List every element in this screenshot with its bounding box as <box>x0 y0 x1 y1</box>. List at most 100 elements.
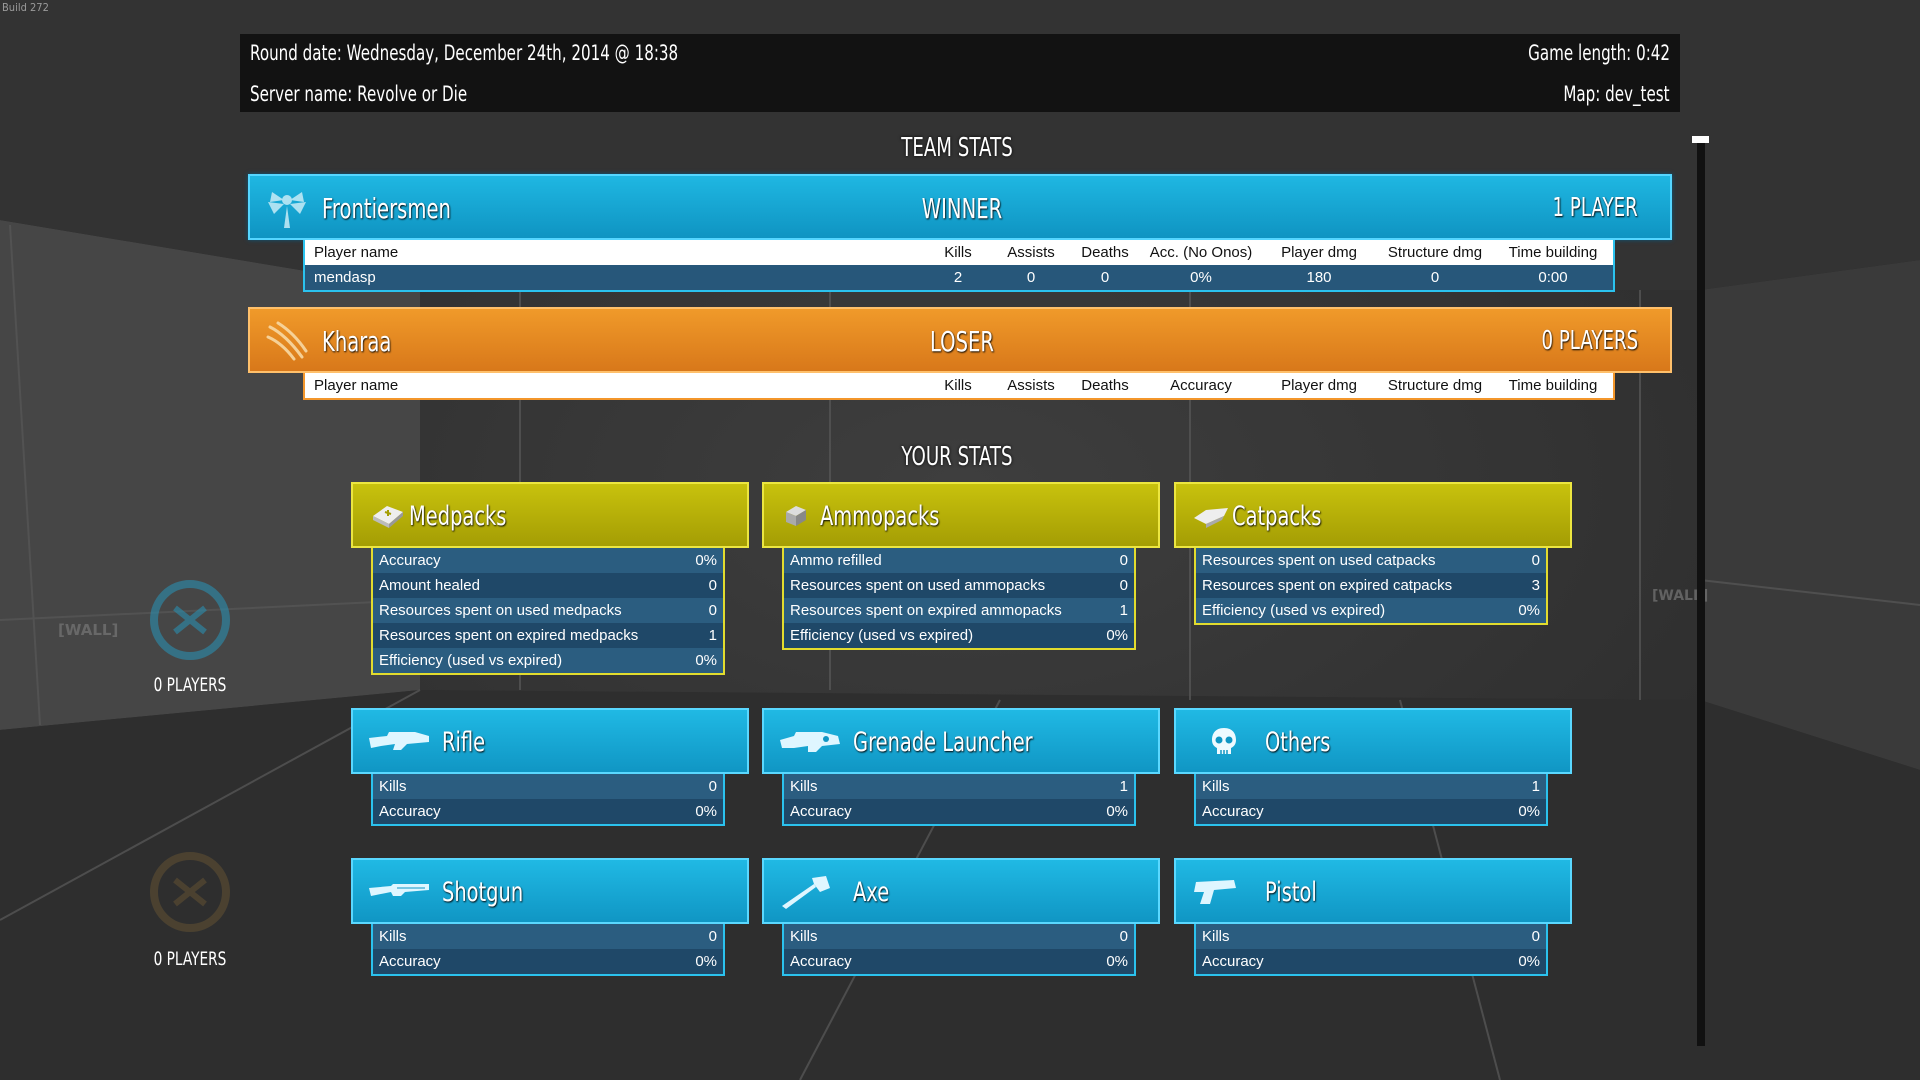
catpack-icon <box>1194 508 1228 528</box>
table-row: Resources spent on used ammopacks 0 <box>784 573 1134 598</box>
skull-icon <box>1212 728 1236 754</box>
table-row: Kills 0 <box>373 924 723 949</box>
shotgun-icon <box>369 884 429 896</box>
table-row: Accuracy 0% <box>373 949 723 974</box>
col-player-name[interactable]: Player name <box>305 377 923 394</box>
panel-title: Catpacks <box>1232 501 1322 532</box>
table-row: Accuracy 0% <box>373 548 723 573</box>
col-structure-dmg[interactable]: Structure dmg <box>1377 244 1493 261</box>
table-row: Amount healed 0 <box>373 573 723 598</box>
table-row: Efficiency (used vs expired) 0% <box>784 623 1134 648</box>
panel-header: Pistol <box>1174 858 1572 924</box>
col-kills[interactable]: Kills <box>923 377 993 394</box>
rifle-icon <box>369 732 429 750</box>
panel-table: Kills 0 Accuracy 0% <box>371 924 725 976</box>
panel-header: Others <box>1174 708 1572 774</box>
table-row: Kills 0 <box>373 774 723 799</box>
table-row: Accuracy 0% <box>1196 949 1546 974</box>
your-stats-title: YOUR STATS <box>901 442 1013 472</box>
panel-header: Grenade Launcher <box>762 708 1160 774</box>
col-time-building[interactable]: Time building <box>1493 244 1613 261</box>
table-row: Resources spent on expired catpacks 3 <box>1196 573 1546 598</box>
player-kills: 2 <box>953 269 963 286</box>
panel-medpacks: Medpacks Accuracy 0% Amount healed 0 Resou… <box>351 482 749 675</box>
pistol-icon <box>1194 880 1236 904</box>
panel-axe: Axe Kills 0 Accuracy 0% <box>762 858 1160 976</box>
player-assists: 0 <box>1026 269 1036 286</box>
col-time-building[interactable]: Time building <box>1493 377 1613 394</box>
table-row: Kills 1 <box>1196 774 1546 799</box>
col-structure-dmg[interactable]: Structure dmg <box>1377 377 1493 394</box>
player-dmg: 180 <box>1306 269 1332 286</box>
panel-rifle: Rifle Kills 0 Accuracy 0% <box>351 708 749 826</box>
panel-title: Rifle <box>442 727 486 758</box>
player-accuracy: 0% <box>1190 269 1212 286</box>
col-player-dmg[interactable]: Player dmg <box>1261 377 1377 394</box>
col-kills[interactable]: Kills <box>923 244 993 261</box>
table-row: Accuracy 0% <box>373 799 723 824</box>
grenade-launcher-icon <box>780 732 840 752</box>
team-result: WINNER <box>921 192 1003 225</box>
team-stats-title: TEAM STATS <box>901 133 1013 163</box>
col-deaths[interactable]: Deaths <box>1069 377 1141 394</box>
player-time-building: 0:00 <box>1538 269 1568 286</box>
round-info-header: Round date: Wednesday, December 24th, 20… <box>240 34 1680 112</box>
server-name: Server name: Revolve or Die <box>250 82 468 106</box>
scrollbar-thumb[interactable] <box>1692 136 1709 143</box>
team-name: Kharaa <box>322 325 392 358</box>
panel-shotgun: Shotgun Kills 0 Accuracy 0% <box>351 858 749 976</box>
col-accuracy[interactable]: Acc. (No Onos) <box>1141 244 1261 261</box>
team-bar-kharaa: Kharaa LOSER 0 PLAYERS <box>248 307 1672 373</box>
team-bar-frontiersmen: Frontiersmen WINNER 1 PLAYER <box>248 174 1672 240</box>
panel-header: Catpacks <box>1174 482 1572 548</box>
panel-others: Others Kills 1 Accuracy 0% <box>1174 708 1572 826</box>
axe-icon <box>782 876 830 909</box>
build-label: Build 272 <box>2 1 49 14</box>
col-assists[interactable]: Assists <box>993 377 1069 394</box>
col-deaths[interactable]: Deaths <box>1069 244 1141 261</box>
panel-title: Grenade Launcher <box>853 727 1033 758</box>
panel-catpacks: Catpacks Resources spent on used catpack… <box>1174 482 1572 625</box>
panel-table: Kills 0 Accuracy 0% <box>371 774 725 826</box>
panel-header: Axe <box>762 858 1160 924</box>
panel-table: Kills 1 Accuracy 0% <box>1194 774 1548 826</box>
col-player-dmg[interactable]: Player dmg <box>1261 244 1377 261</box>
col-player-name[interactable]: Player name <box>305 244 923 261</box>
col-accuracy[interactable]: Accuracy <box>1141 377 1261 394</box>
game-length: Game length: 0:42 <box>1528 41 1670 65</box>
medpack-icon <box>373 506 403 528</box>
panel-pistol: Pistol Kills 0 Accuracy 0% <box>1174 858 1572 976</box>
table-row: Efficiency (used vs expired) 0% <box>373 648 723 673</box>
panel-title: Axe <box>853 877 890 908</box>
player-deaths: 0 <box>1100 269 1110 286</box>
table-header-row: Player name Kills Assists Deaths Acc. (N… <box>305 240 1613 265</box>
map-name: Map: dev_test <box>1563 82 1670 106</box>
panel-ammopacks: Ammopacks Ammo refilled 0 Resources spent… <box>762 482 1160 650</box>
table-row: Kills 0 <box>784 924 1134 949</box>
col-assists[interactable]: Assists <box>993 244 1069 261</box>
panel-table: Kills 0 Accuracy 0% <box>782 924 1136 976</box>
panel-title: Shotgun <box>442 877 524 908</box>
panel-title: Pistol <box>1265 877 1317 908</box>
frontiersmen-icon <box>268 192 306 228</box>
table-row: Accuracy 0% <box>784 799 1134 824</box>
panel-grenade-launcher: Grenade Launcher Kills 1 Accuracy 0% <box>762 708 1160 826</box>
panel-table: Resources spent on used catpacks 0 Resour… <box>1194 548 1548 625</box>
panel-table: Accuracy 0% Amount healed 0 Resources spen… <box>371 548 725 675</box>
panel-header: Ammopacks <box>762 482 1160 548</box>
table-row[interactable]: mendasp 2 0 0 0% 180 0 0:00 <box>305 265 1613 290</box>
panel-header: Shotgun <box>351 858 749 924</box>
table-row: Kills 1 <box>784 774 1134 799</box>
panel-title: Others <box>1265 727 1331 758</box>
panel-title: Ammopacks <box>820 501 940 532</box>
frontiersmen-table: Player name Kills Assists Deaths Acc. (N… <box>303 240 1615 292</box>
player-structure-dmg: 0 <box>1430 269 1440 286</box>
wall-label-left: [WALL] <box>58 621 118 639</box>
table-row: Resources spent on expired medpacks 1 <box>373 623 723 648</box>
side-player-count-aliens: 0 PLAYERS <box>153 948 227 970</box>
panel-table: Kills 1 Accuracy 0% <box>782 774 1136 826</box>
panel-table: Kills 0 Accuracy 0% <box>1194 924 1548 976</box>
scrollbar-track[interactable] <box>1697 136 1705 1046</box>
team-name: Frontiersmen <box>322 192 451 225</box>
player-name: mendasp <box>314 269 376 286</box>
